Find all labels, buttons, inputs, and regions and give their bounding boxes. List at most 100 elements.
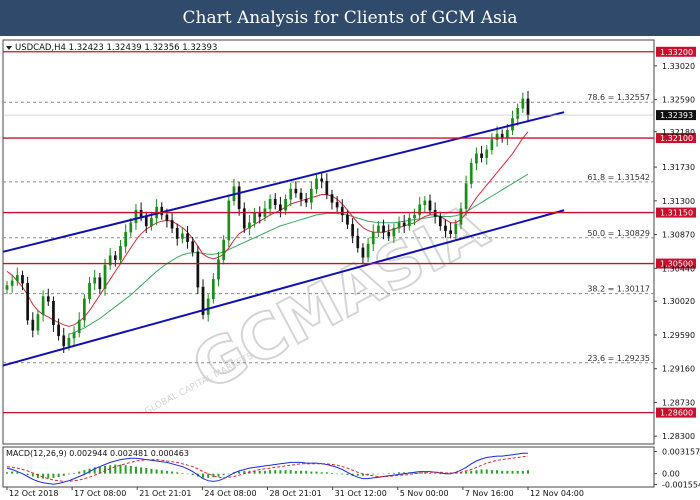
candle-body	[289, 188, 293, 200]
macd-histogram-bar	[279, 470, 282, 474]
macd-histogram-bar	[434, 472, 437, 474]
candle-body	[526, 98, 530, 116]
instrument-info: USDCAD,H4 1.32423 1.32439 1.32356 1.3239…	[6, 43, 217, 53]
candle-body	[304, 198, 308, 203]
macd-histogram-bar	[155, 469, 158, 474]
candle	[469, 158, 473, 189]
candle-body	[196, 251, 200, 288]
candle-body	[211, 279, 215, 300]
candle-body	[330, 194, 334, 203]
candle-body	[325, 180, 329, 195]
candle-body	[366, 243, 370, 258]
candle-body	[268, 198, 272, 209]
candle	[227, 194, 231, 248]
candle-body	[98, 277, 102, 289]
macd-histogram-bar	[341, 473, 344, 475]
candle-body	[490, 139, 494, 151]
candle-body	[480, 153, 483, 158]
fibonacci-label: 78.6 = 1.32557	[587, 93, 650, 102]
macd-histogram-bar	[310, 471, 313, 474]
candle-body	[469, 162, 473, 184]
page-header: Chart Analysis for Clients of GCM Asia	[0, 0, 700, 36]
macd-histogram-bar	[336, 473, 339, 475]
macd-histogram-bar	[124, 465, 127, 474]
macd-histogram-bar	[129, 465, 132, 474]
x-tick-label: 12 Nov 04:00	[530, 489, 584, 498]
candle-body	[31, 319, 35, 331]
y-tick-label: 1.30440	[662, 264, 695, 273]
macd-histogram-bar	[186, 473, 189, 475]
macd-histogram-bar	[263, 470, 266, 474]
candle-body	[15, 275, 19, 282]
candle-body	[5, 285, 9, 290]
macd-histogram-bar	[119, 464, 122, 474]
candle-body	[495, 133, 499, 140]
macd-histogram-bar	[501, 470, 504, 474]
candle-body	[248, 222, 251, 229]
candle-body	[521, 98, 525, 109]
macd-histogram-bar	[227, 473, 230, 475]
candle-body	[52, 300, 55, 326]
candle-body	[438, 216, 442, 227]
candle-body	[279, 204, 282, 211]
macd-histogram-bar	[16, 472, 19, 474]
y-tick-label: 1.28300	[662, 432, 695, 441]
candle-body	[449, 230, 452, 235]
candle-body	[129, 222, 133, 233]
macd-histogram-bar	[258, 470, 261, 474]
macd-histogram-bar	[377, 473, 380, 475]
candle-body	[418, 204, 422, 216]
macd-histogram-bar	[140, 467, 143, 474]
macd-histogram-bar	[485, 469, 488, 474]
macd-histogram-bar	[439, 473, 442, 475]
macd-histogram-bar	[320, 472, 323, 474]
candle-body	[77, 319, 81, 333]
macd-histogram-bar	[284, 470, 287, 474]
level-price-label: 1.31150	[660, 209, 693, 218]
macd-histogram-bar	[73, 472, 76, 474]
macd-histogram-bar	[506, 470, 509, 474]
macd-histogram-bar	[165, 470, 168, 474]
candle-body	[46, 296, 50, 302]
chart-container[interactable]: GCMASIA GLOBAL CAPITAL MARKETS 78.6 = 1.…	[0, 36, 700, 500]
candle	[26, 276, 29, 325]
macd-histogram-bar	[62, 473, 65, 476]
candle-body	[294, 188, 298, 194]
y-tick-label: 1.28730	[662, 398, 695, 407]
macd-histogram-bar	[496, 470, 499, 474]
y-tick-label: 1.31300	[662, 197, 695, 206]
candle-body	[181, 233, 184, 239]
macd-histogram-bar	[289, 470, 292, 474]
x-tick-label: 5 Nov 00:00	[400, 489, 449, 498]
candle-body	[371, 231, 375, 245]
macd-tick-label: 0.003157	[662, 448, 700, 457]
x-tick-label: 28 Oct 21:01	[270, 489, 322, 498]
candle-body	[62, 335, 66, 347]
macd-histogram-bar	[191, 473, 194, 476]
macd-histogram-bar	[300, 470, 303, 474]
instrument-info-text: USDCAD,H4 1.32423 1.32439 1.32356 1.3239…	[15, 43, 217, 53]
candle-body	[83, 298, 86, 321]
candle-body	[284, 198, 287, 211]
x-tick-label: 24 Oct 08:00	[204, 489, 256, 498]
macd-histogram-bar	[294, 470, 297, 474]
macd-histogram-bar	[171, 471, 174, 474]
candle-body	[36, 314, 40, 331]
macd-histogram-bar	[269, 470, 272, 474]
candle-body	[459, 208, 463, 225]
macd-histogram-bar	[325, 472, 328, 474]
candle-body	[217, 259, 220, 280]
candle-body	[335, 202, 339, 208]
candle-body	[402, 222, 406, 227]
macd-histogram-bar	[42, 473, 45, 479]
macd-histogram-bar	[398, 472, 401, 474]
macd-histogram-bar	[26, 473, 29, 476]
y-tick-label: 1.32590	[662, 96, 695, 105]
y-tick-label: 1.33020	[662, 62, 695, 71]
candle	[196, 245, 200, 295]
candle-body	[392, 228, 396, 237]
candle-body	[21, 275, 24, 284]
x-tick-label: 17 Oct 08:00	[74, 489, 126, 498]
candle-body	[506, 129, 509, 139]
candle-body	[320, 178, 324, 182]
